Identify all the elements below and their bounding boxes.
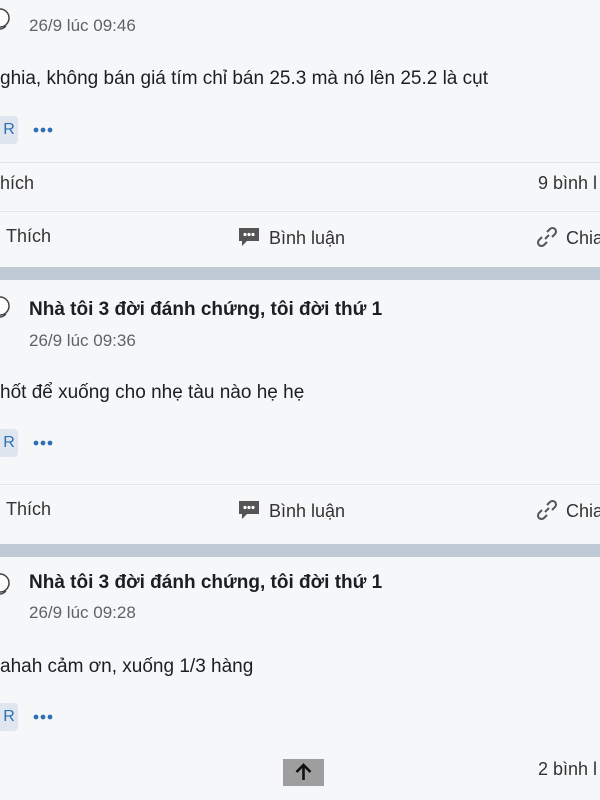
like-button[interactable]: Thích bbox=[6, 499, 51, 520]
comment-label: Bình luận bbox=[269, 228, 346, 248]
share-label: Chia bbox=[566, 501, 600, 521]
scroll-to-top-button[interactable] bbox=[283, 759, 324, 786]
like-button[interactable]: Thích bbox=[6, 226, 51, 247]
like-count[interactable]: hích bbox=[0, 173, 34, 194]
like-label: Thích bbox=[6, 226, 52, 246]
more-dots-icon[interactable] bbox=[33, 125, 53, 135]
author-name[interactable]: Nhà tôi 3 đời đánh chứng, tôi đời thứ 1 bbox=[29, 299, 382, 321]
avatar[interactable] bbox=[0, 8, 18, 38]
action-bar: Thích Bình luận Chia bbox=[0, 484, 600, 541]
more-dots-icon[interactable] bbox=[33, 712, 53, 722]
post-timestamp[interactable]: 26/9 lúc 09:36 bbox=[29, 331, 136, 351]
comment-label: Bình luận bbox=[269, 501, 346, 521]
action-bar: Thích Bình luận Chia bbox=[0, 211, 600, 268]
comment-card: Nhà tôi 3 đời đánh chứng, tôi đời thứ 1 … bbox=[0, 557, 600, 800]
share-label: Chia bbox=[566, 228, 600, 248]
post-text: hốt để xuống cho nhẹ tàu nào hẹ hẹ bbox=[0, 382, 305, 403]
speech-bubble-icon bbox=[239, 501, 259, 519]
comment-button[interactable]: Bình luận bbox=[237, 499, 345, 522]
reaction-badge[interactable]: R bbox=[0, 703, 18, 731]
comment-card: 26/9 lúc 09:46 ghia, không bán giá tím c… bbox=[0, 0, 600, 267]
share-button[interactable]: Chia bbox=[536, 226, 600, 249]
comment-button[interactable]: Bình luận bbox=[237, 226, 345, 249]
arrow-up-icon bbox=[295, 763, 312, 780]
like-label: Thích bbox=[6, 499, 52, 519]
reaction-badge[interactable]: R bbox=[0, 429, 18, 457]
comment-card: Nhà tôi 3 đời đánh chứng, tôi đời thứ 1 … bbox=[0, 280, 600, 544]
link-icon bbox=[536, 226, 558, 248]
comment-feed: 26/9 lúc 09:46 ghia, không bán giá tím c… bbox=[0, 0, 600, 800]
comment-count[interactable]: 2 bình l bbox=[538, 759, 597, 780]
more-dots-icon[interactable] bbox=[33, 438, 53, 448]
post-timestamp[interactable]: 26/9 lúc 09:28 bbox=[29, 603, 136, 623]
post-text: ghia, không bán giá tím chỉ bán 25.3 mà … bbox=[0, 68, 488, 89]
post-timestamp[interactable]: 26/9 lúc 09:46 bbox=[29, 16, 136, 36]
stats-row: hích 9 bình l bbox=[0, 162, 600, 203]
comment-count[interactable]: 9 bình l bbox=[538, 173, 597, 194]
speech-bubble-icon bbox=[239, 228, 259, 246]
post-text: ahah cảm ơn, xuống 1/3 hàng bbox=[0, 656, 254, 677]
share-button[interactable]: Chia bbox=[536, 499, 600, 522]
avatar[interactable] bbox=[0, 573, 18, 603]
link-icon bbox=[536, 499, 558, 521]
avatar[interactable] bbox=[0, 296, 18, 326]
reaction-badge[interactable]: R bbox=[0, 116, 18, 144]
author-name[interactable]: Nhà tôi 3 đời đánh chứng, tôi đời thứ 1 bbox=[29, 572, 382, 594]
